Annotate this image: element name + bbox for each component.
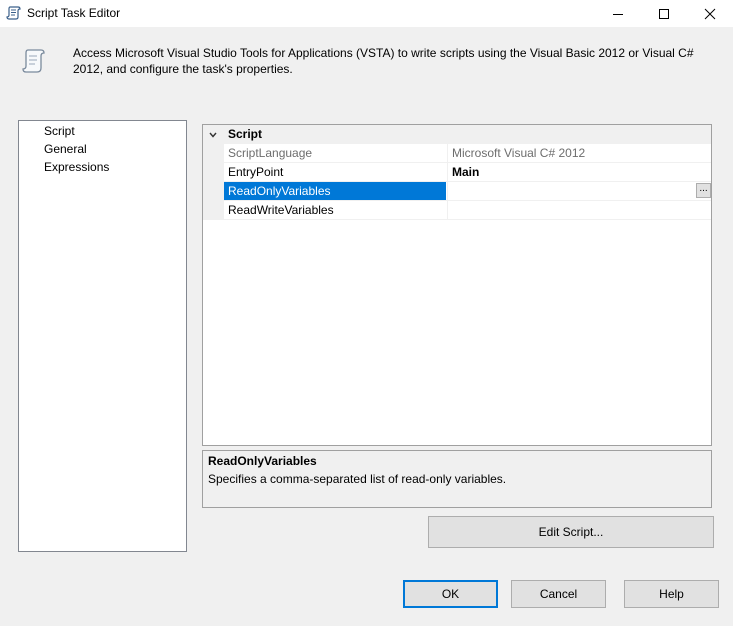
grid-gutter xyxy=(203,144,224,220)
property-row-readwritevariables[interactable]: ReadWriteVariables xyxy=(224,201,711,220)
property-value: Microsoft Visual C# 2012 xyxy=(447,144,711,162)
nav-list[interactable]: Script General Expressions xyxy=(18,120,187,552)
maximize-icon xyxy=(658,8,670,20)
maximize-button[interactable] xyxy=(641,0,687,27)
nav-item-expressions[interactable]: Expressions xyxy=(44,160,109,174)
property-name[interactable]: EntryPoint xyxy=(224,163,446,181)
cancel-button[interactable]: Cancel xyxy=(511,580,606,608)
nav-item-general[interactable]: General xyxy=(44,142,87,156)
minimize-icon xyxy=(612,8,624,20)
ok-button[interactable]: OK xyxy=(403,580,498,608)
property-value[interactable] xyxy=(447,182,711,200)
property-row-entrypoint[interactable]: EntryPoint Main xyxy=(224,163,711,182)
description-text: Specifies a comma-separated list of read… xyxy=(208,472,507,486)
property-row-scriptlanguage[interactable]: ScriptLanguage Microsoft Visual C# 2012 xyxy=(224,144,711,163)
property-row-readonlyvariables[interactable]: ReadOnlyVariables ... xyxy=(224,182,711,201)
nav-item-script[interactable]: Script xyxy=(44,124,75,138)
title-bar[interactable]: Script Task Editor xyxy=(0,0,733,27)
minimize-button[interactable] xyxy=(595,0,641,27)
description-title: ReadOnlyVariables xyxy=(208,454,317,468)
close-icon xyxy=(704,8,716,20)
chevron-down-icon[interactable] xyxy=(208,129,218,139)
help-button[interactable]: Help xyxy=(624,580,719,608)
property-name[interactable]: ReadOnlyVariables xyxy=(224,182,446,200)
description-panel: ReadOnlyVariables Specifies a comma-sepa… xyxy=(202,450,712,508)
close-button[interactable] xyxy=(687,0,733,27)
property-value[interactable] xyxy=(447,201,711,219)
header-description: Access Microsoft Visual Studio Tools for… xyxy=(73,46,694,76)
ellipsis-button[interactable]: ... xyxy=(696,183,711,198)
property-name[interactable]: ScriptLanguage xyxy=(224,144,446,162)
script-scroll-icon xyxy=(21,47,47,75)
property-grid[interactable]: Script ScriptLanguage Microsoft Visual C… xyxy=(202,124,712,446)
script-scroll-icon xyxy=(6,5,22,21)
category-label: Script xyxy=(228,127,263,141)
category-row-script[interactable]: Script xyxy=(203,125,711,144)
edit-script-button[interactable]: Edit Script... xyxy=(428,516,714,548)
property-value[interactable]: Main xyxy=(447,163,711,181)
property-name[interactable]: ReadWriteVariables xyxy=(224,201,446,219)
window-title: Script Task Editor xyxy=(27,6,121,20)
